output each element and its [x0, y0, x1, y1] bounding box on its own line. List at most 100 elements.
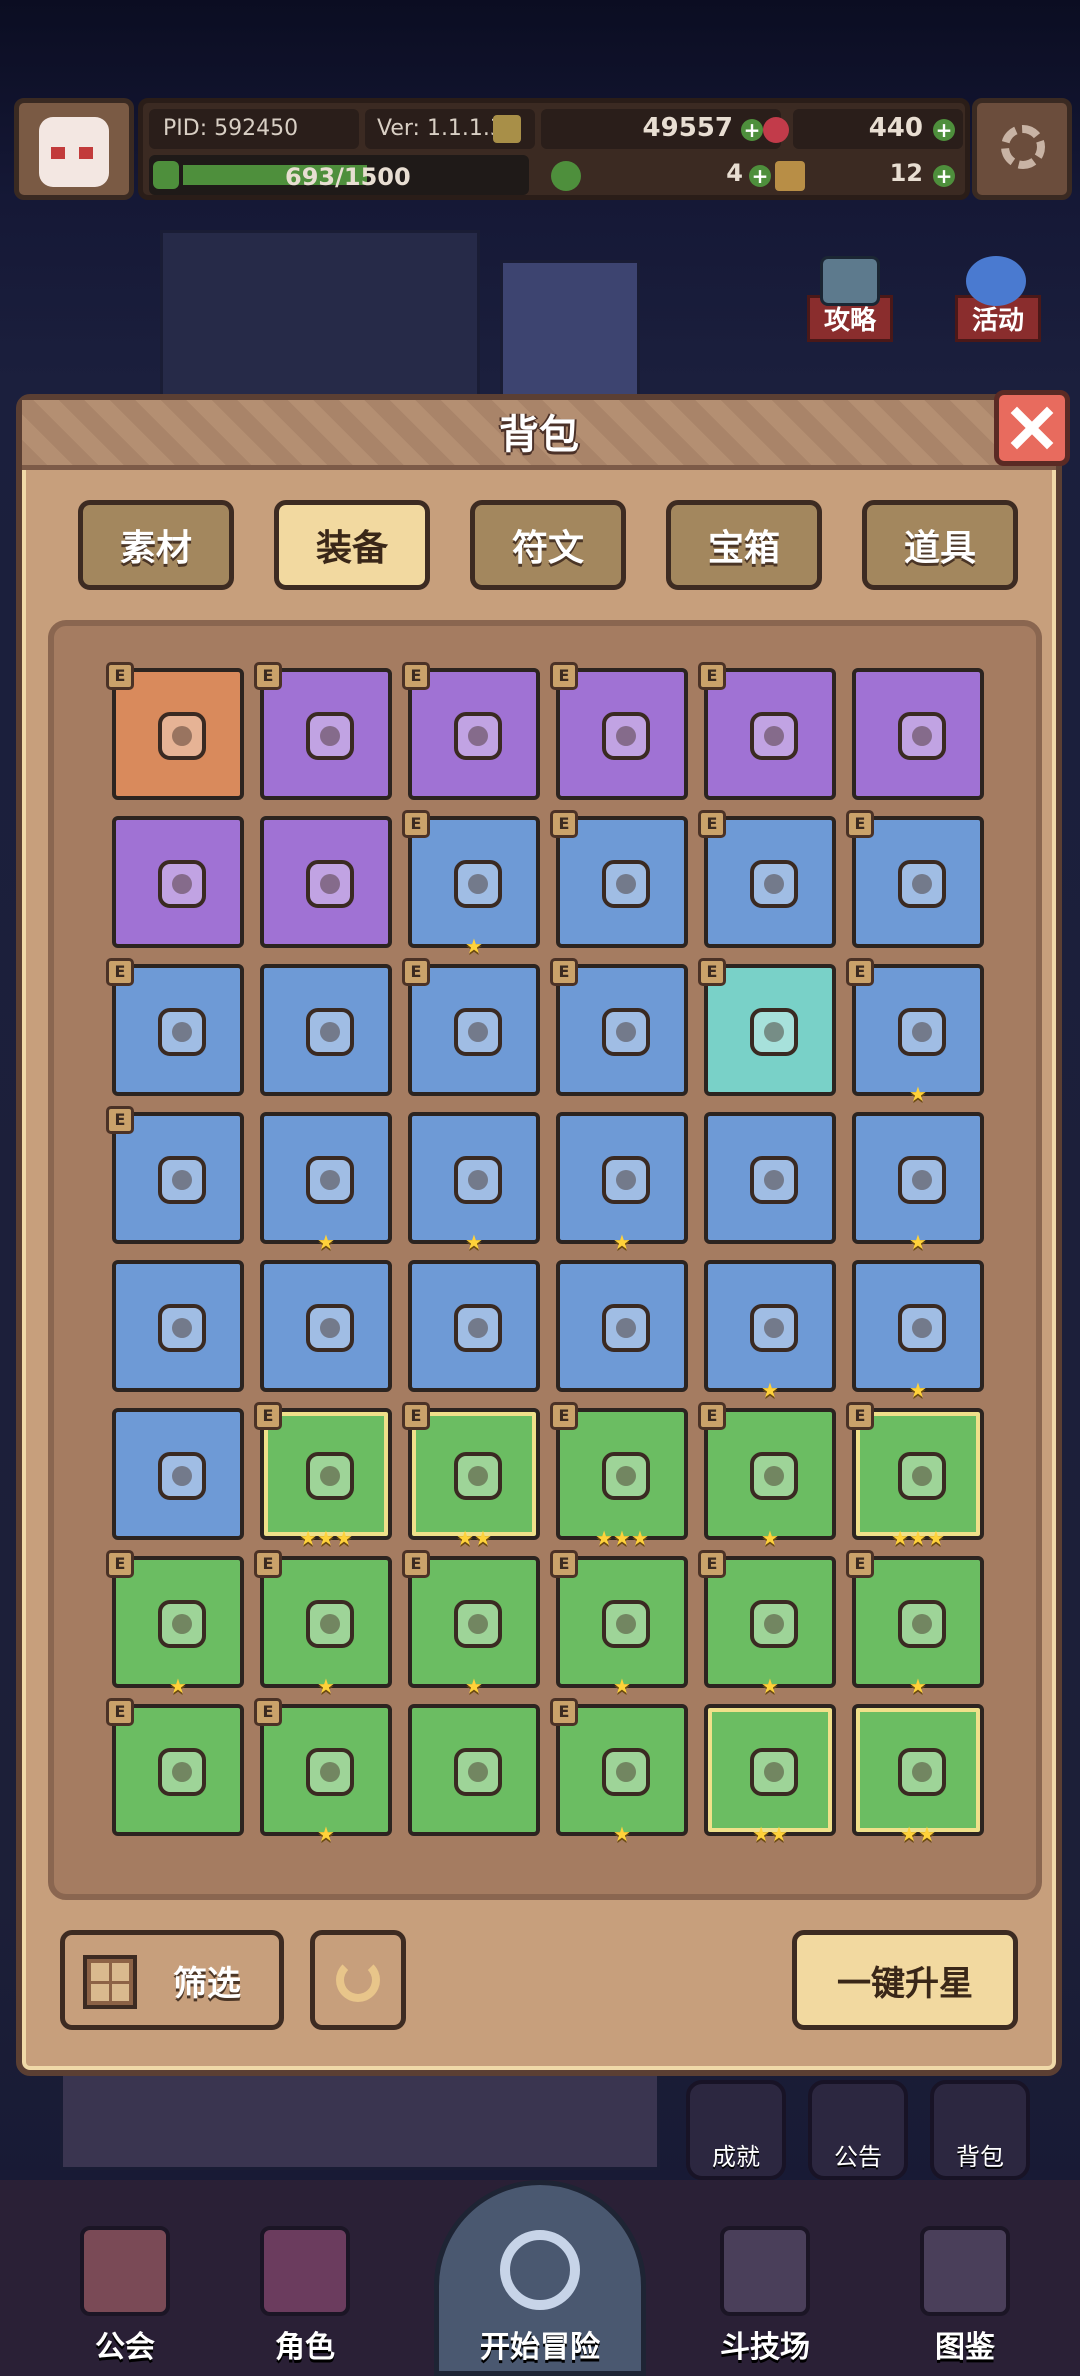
settings-button[interactable]	[972, 98, 1072, 200]
notice-button[interactable]: 公告	[808, 2080, 908, 2180]
star-rating: ★★	[900, 1822, 936, 1846]
spear-icon	[438, 844, 518, 924]
inventory-slot[interactable]	[112, 1408, 244, 1540]
steel-gauntlet-icon	[438, 1584, 518, 1664]
inventory-slot[interactable]: E	[698, 958, 836, 1096]
inventory-slot[interactable]	[852, 668, 984, 800]
inventory-slot[interactable]	[260, 1260, 392, 1392]
inventory-slot[interactable]	[704, 1112, 836, 1244]
filter-label: 筛选	[173, 1963, 241, 2004]
inventory-slot[interactable]	[260, 964, 392, 1096]
star-rating: ★★	[752, 1822, 788, 1846]
equipped-badge: E	[550, 1402, 578, 1430]
inventory-slot[interactable]: E	[402, 662, 540, 800]
inventory-slot[interactable]	[112, 816, 244, 948]
tab-equipment[interactable]: 装备	[274, 500, 430, 590]
inventory-slot[interactable]: ★	[704, 1260, 836, 1402]
nav-guild[interactable]: 公会	[50, 2206, 200, 2376]
modal-footer: 筛选 一键升星	[48, 1930, 1042, 2042]
close-button[interactable]	[994, 390, 1070, 466]
equipped-badge: E	[254, 1402, 282, 1430]
inventory-slot[interactable]: E ★	[550, 1698, 688, 1846]
background-shrine	[500, 260, 640, 400]
inventory-slot[interactable]: ★★	[852, 1704, 984, 1846]
clover-currency-icon	[551, 161, 581, 191]
star-rating: ★	[613, 1674, 631, 1698]
inventory-slot[interactable]: E ★	[254, 1698, 392, 1846]
inventory-slot[interactable]: ★★	[704, 1704, 836, 1846]
nav-codex-label: 图鉴	[935, 2330, 995, 2365]
tab-runes[interactable]: 符文	[470, 500, 626, 590]
inventory-slot[interactable]: E ★★★	[846, 1402, 984, 1550]
player-avatar[interactable]	[14, 98, 134, 200]
equipped-badge: E	[106, 662, 134, 690]
tab-props[interactable]: 道具	[862, 500, 1018, 590]
inventory-slot[interactable]: E	[550, 958, 688, 1096]
inventory-slot[interactable]: E	[106, 1698, 244, 1836]
bottom-navigation: 公会 角色 开始冒险 斗技场 图鉴	[0, 2180, 1080, 2376]
inventory-slot[interactable]: E ★	[698, 1550, 836, 1698]
copy-icon[interactable]	[493, 115, 521, 143]
inventory-slot[interactable]: E ★	[846, 958, 984, 1106]
equipped-badge: E	[550, 810, 578, 838]
crossed-swords-icon	[720, 2226, 810, 2316]
inventory-slot[interactable]: ★	[408, 1112, 540, 1254]
clover-amount: 4	[726, 159, 743, 187]
inventory-slot[interactable]	[260, 816, 392, 948]
inventory-slot[interactable]: E ★	[106, 1550, 244, 1698]
inventory-slot[interactable]: ★	[556, 1112, 688, 1254]
filter-button[interactable]: 筛选	[60, 1930, 284, 2030]
add-key-icon[interactable]: +	[933, 165, 955, 187]
add-gold-icon[interactable]: +	[741, 119, 763, 141]
nav-character[interactable]: 角色	[230, 2206, 380, 2376]
refresh-button[interactable]	[310, 1930, 406, 2030]
bag-button[interactable]: 背包	[930, 2080, 1030, 2180]
achievement-button[interactable]: 成就	[686, 2080, 786, 2180]
inventory-slot[interactable]: E ★	[550, 1550, 688, 1698]
inventory-slot[interactable]: ★	[260, 1112, 392, 1254]
inventory-slot[interactable]: E	[550, 662, 688, 800]
jade-ring-icon	[882, 1288, 962, 1368]
inventory-slot[interactable]	[408, 1704, 540, 1836]
tab-materials[interactable]: 素材	[78, 500, 234, 590]
inventory-slot[interactable]: E ★	[698, 1402, 836, 1550]
inventory-slot[interactable]: E	[402, 958, 540, 1096]
upgrade-all-button[interactable]: 一键升星	[792, 1930, 1018, 2030]
inventory-slot[interactable]: E	[550, 810, 688, 948]
inventory-slot[interactable]: E	[698, 810, 836, 948]
add-clover-icon[interactable]: +	[749, 165, 771, 187]
necklace-icon	[734, 696, 814, 776]
nav-codex[interactable]: 图鉴	[890, 2206, 1040, 2376]
equipped-badge: E	[254, 1698, 282, 1726]
inventory-slot[interactable]: E	[254, 662, 392, 800]
inventory-slot[interactable]: E ★★★	[254, 1402, 392, 1550]
inventory-slot[interactable]	[556, 1260, 688, 1392]
add-gem-icon[interactable]: +	[933, 119, 955, 141]
inventory-slot[interactable]: E	[846, 810, 984, 948]
inventory-slot[interactable]: E	[106, 958, 244, 1096]
inventory-slot[interactable]	[408, 1260, 540, 1392]
tab-chests[interactable]: 宝箱	[666, 500, 822, 590]
inventory-slot[interactable]: E ★★	[402, 1402, 540, 1550]
inventory-slot[interactable]	[112, 1260, 244, 1392]
inventory-slot[interactable]: E ★★★	[550, 1402, 688, 1550]
gear-icon	[1001, 125, 1045, 169]
inventory-slot[interactable]: E ★	[402, 1550, 540, 1698]
inventory-slot[interactable]: E ★	[402, 810, 540, 958]
inventory-slot[interactable]: E ★	[254, 1550, 392, 1698]
gold-amount: 49557	[642, 113, 733, 143]
inventory-slot[interactable]: E	[106, 662, 244, 800]
crossbow-icon	[586, 1140, 666, 1220]
inventory-slot[interactable]: E ★	[846, 1550, 984, 1698]
inventory-slot[interactable]: ★	[852, 1112, 984, 1254]
inventory-slot[interactable]: E	[106, 1106, 244, 1244]
event-button[interactable]: 活动	[928, 256, 1068, 342]
inventory-slot[interactable]: ★	[852, 1260, 984, 1402]
equipped-badge: E	[550, 1698, 578, 1726]
inventory-slot[interactable]: E	[698, 662, 836, 800]
character-icon	[260, 2226, 350, 2316]
guide-button[interactable]: 攻略	[780, 256, 920, 342]
nav-arena[interactable]: 斗技场	[690, 2206, 840, 2376]
nav-start-adventure[interactable]: 开始冒险	[414, 2180, 666, 2376]
equipped-badge: E	[106, 1550, 134, 1578]
